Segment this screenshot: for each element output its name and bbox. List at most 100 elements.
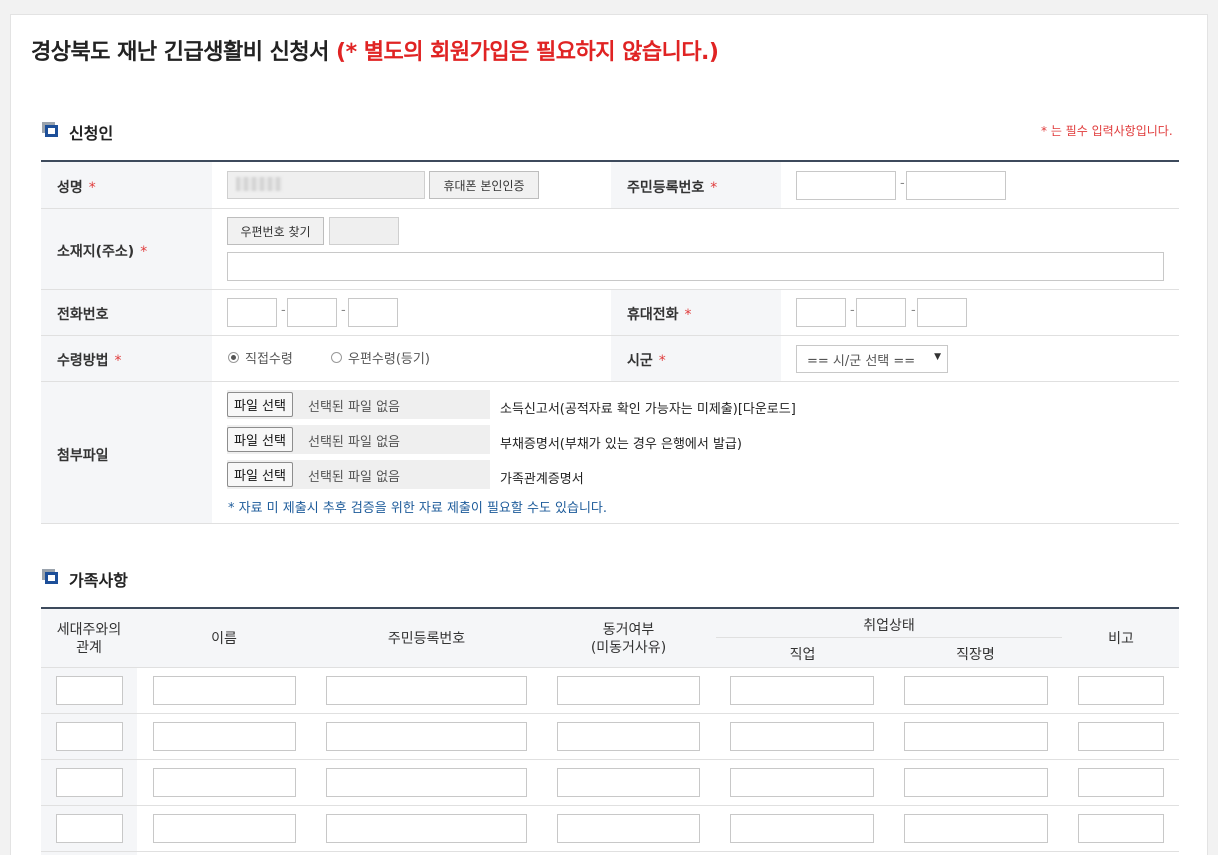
required-note: * 는 필수 입력사항입니다. — [1041, 124, 1173, 138]
attachment-desc-debt: 부채증명서(부채가 있는 경우 은행에서 발급) — [500, 437, 742, 452]
file-none-text: 선택된 파일 없음 — [308, 400, 400, 415]
mobile-part2-field[interactable] — [856, 298, 906, 327]
rrn-back-field[interactable] — [906, 171, 1006, 200]
receive-label: 수령방법 * — [57, 353, 122, 369]
family-job-field[interactable] — [730, 676, 874, 705]
city-label: 시군 * — [627, 353, 666, 369]
col-header-note: 비고 — [1108, 631, 1134, 647]
tel-part2-field[interactable] — [287, 298, 337, 327]
family-cohabit-field[interactable] — [557, 768, 700, 797]
family-job-field[interactable] — [730, 768, 874, 797]
section-square-icon — [42, 122, 59, 137]
tel-part1-field[interactable] — [227, 298, 277, 327]
col-header-cohabit: 동거여부 (미동거사유) — [590, 622, 667, 656]
receive-post-radio[interactable] — [331, 352, 342, 363]
family-job-field[interactable] — [730, 814, 874, 843]
row-divider — [41, 805, 1179, 806]
receive-post-label[interactable]: 우편수령(등기) — [348, 348, 430, 367]
col-header-employment: 취업상태 — [863, 618, 915, 634]
family-rrn-field[interactable] — [326, 722, 527, 751]
family-name-field[interactable] — [153, 722, 296, 751]
city-select-value: == 시/군 선택 == — [807, 353, 916, 369]
dropdown-arrow-icon: ▼ — [934, 352, 941, 362]
family-relation-field[interactable] — [56, 768, 123, 797]
row-divider — [41, 335, 1179, 336]
col-header-rrn: 주민등록번호 — [387, 631, 466, 647]
col-header-job: 직업 — [789, 647, 816, 663]
rrn-front-field[interactable] — [796, 171, 896, 200]
section-title-applicant: 신청인 — [69, 124, 114, 143]
section-title-family: 가족사항 — [69, 571, 128, 590]
row-divider — [41, 759, 1179, 760]
tel-dash: - — [341, 303, 346, 318]
file-input-1[interactable]: 파일 선택 선택된 파일 없음 — [227, 390, 490, 419]
family-rrn-field[interactable] — [326, 768, 527, 797]
family-workplace-field[interactable] — [904, 722, 1048, 751]
tel-label: 전화번호 — [57, 307, 109, 323]
mobile-part1-field[interactable] — [796, 298, 846, 327]
mobile-part3-field[interactable] — [917, 298, 967, 327]
row-divider — [41, 208, 1179, 209]
family-cohabit-field[interactable] — [557, 722, 700, 751]
mobile-label: 휴대전화 * — [627, 307, 692, 323]
rrn-label: 주민등록번호 * — [627, 180, 718, 196]
page-title-text: 경상북도 재난 긴급생활비 신청서 — [31, 40, 329, 65]
tel-part3-field[interactable] — [348, 298, 398, 327]
tel-dash: - — [281, 303, 286, 318]
attachment-desc-income[interactable]: 소득신고서(공적자료 확인 가능자는 미제출)[다운로드] — [500, 398, 796, 417]
row-divider — [41, 667, 1179, 668]
mobile-dash: - — [911, 303, 916, 318]
col-header-workplace: 직장명 — [956, 647, 995, 663]
zipcode-field[interactable] — [329, 217, 399, 245]
mobile-dash: - — [850, 303, 855, 318]
file-select-button[interactable]: 파일 선택 — [227, 392, 293, 417]
zip-search-button[interactable]: 우편번호 찾기 — [227, 217, 324, 245]
family-name-field[interactable] — [153, 768, 296, 797]
header-subdivider — [716, 637, 1062, 638]
family-note-field[interactable] — [1078, 768, 1164, 797]
family-cohabit-field[interactable] — [557, 676, 700, 705]
row-divider — [41, 713, 1179, 714]
rrn-dash: - — [900, 176, 905, 191]
family-workplace-field[interactable] — [904, 676, 1048, 705]
receive-direct-label[interactable]: 직접수령 — [245, 348, 293, 367]
name-label: 성명 * — [57, 180, 96, 196]
file-none-text: 선택된 파일 없음 — [308, 435, 400, 450]
col-header-relation: 세대주와의 관계 — [56, 622, 122, 656]
attach-label: 첨부파일 — [57, 448, 109, 464]
family-cohabit-field[interactable] — [557, 814, 700, 843]
name-value-blurred — [236, 177, 282, 191]
file-none-text: 선택된 파일 없음 — [308, 470, 400, 485]
family-relation-field[interactable] — [56, 814, 123, 843]
family-note-field[interactable] — [1078, 814, 1164, 843]
family-note-field[interactable] — [1078, 722, 1164, 751]
address-label: 소재지(주소) * — [57, 244, 148, 260]
row-divider — [41, 851, 1179, 852]
family-workplace-field[interactable] — [904, 768, 1048, 797]
page-title: 경상북도 재난 긴급생활비 신청서 (* 별도의 회원가입은 필요하지 않습니다… — [31, 34, 719, 66]
attachment-note: * 자료 미 제출시 추후 검증을 위한 자료 제출이 필요할 수도 있습니다. — [228, 501, 608, 516]
file-input-2[interactable]: 파일 선택 선택된 파일 없음 — [227, 425, 490, 454]
signup-notice: (* 별도의 회원가입은 필요하지 않습니다.) — [336, 40, 719, 65]
receive-direct-radio[interactable] — [228, 352, 239, 363]
family-name-field[interactable] — [153, 814, 296, 843]
file-select-button[interactable]: 파일 선택 — [227, 427, 293, 452]
city-select[interactable]: == 시/군 선택 == ▼ — [796, 345, 948, 373]
family-workplace-field[interactable] — [904, 814, 1048, 843]
family-rrn-field[interactable] — [326, 676, 527, 705]
family-relation-field[interactable] — [56, 676, 123, 705]
address-field[interactable] — [227, 252, 1164, 281]
label-column-bg — [41, 162, 212, 524]
family-rrn-field[interactable] — [326, 814, 527, 843]
family-note-field[interactable] — [1078, 676, 1164, 705]
col-header-name: 이름 — [211, 631, 237, 647]
family-name-field[interactable] — [153, 676, 296, 705]
section-square-icon — [42, 569, 59, 584]
phone-verify-button[interactable]: 휴대폰 본인인증 — [429, 171, 539, 199]
row-divider — [41, 523, 1179, 524]
file-select-button[interactable]: 파일 선택 — [227, 462, 293, 487]
family-job-field[interactable] — [730, 722, 874, 751]
file-input-3[interactable]: 파일 선택 선택된 파일 없음 — [227, 460, 490, 489]
family-relation-field[interactable] — [56, 722, 123, 751]
attachment-desc-family: 가족관계증명서 — [500, 472, 584, 487]
